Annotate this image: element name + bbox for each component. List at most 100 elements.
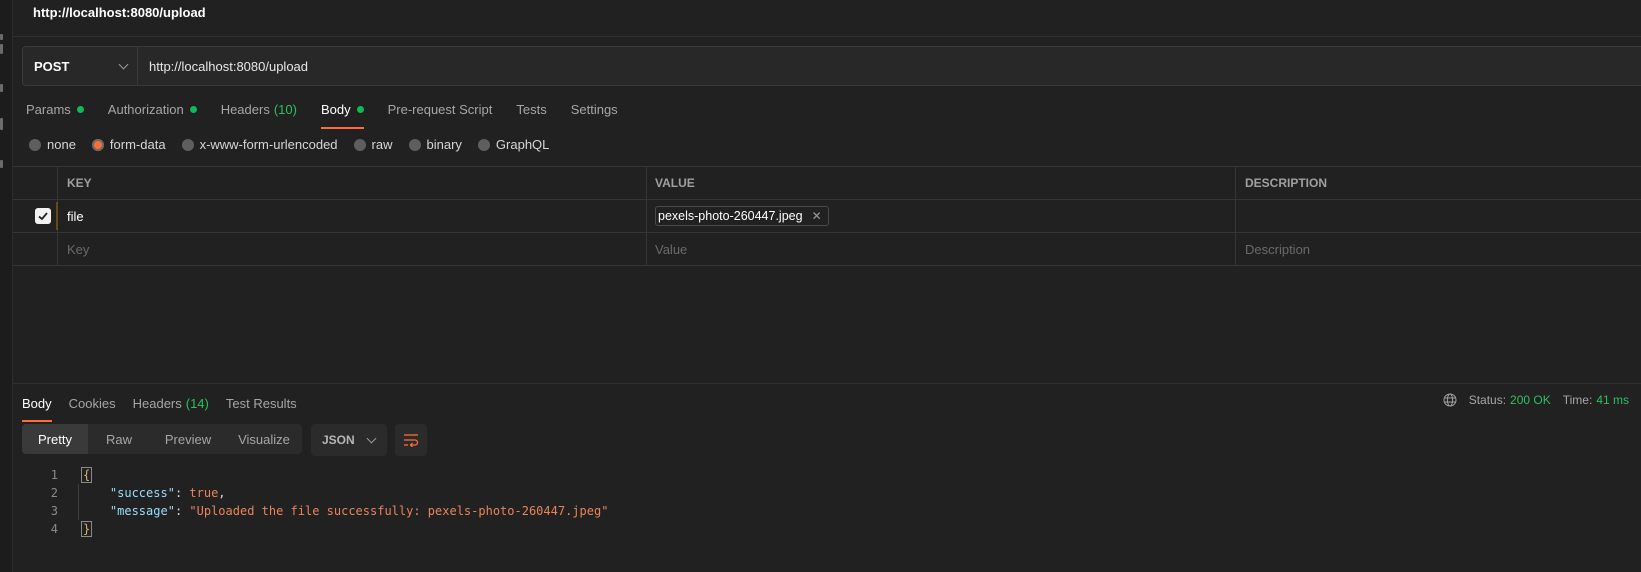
active-dot-indicator xyxy=(189,105,197,113)
tab-label: Headers xyxy=(132,395,182,411)
view-raw[interactable]: Raw xyxy=(88,424,150,454)
tab-label: Pre-request Script xyxy=(387,101,493,117)
radio-label: x-www-form-urlencoded xyxy=(199,137,338,152)
response-divider[interactable] xyxy=(13,383,1641,384)
row-check-cell xyxy=(13,200,58,232)
view-preview[interactable]: Preview xyxy=(150,424,226,454)
radio-graphql[interactable]: GraphQL xyxy=(477,137,549,152)
rail-icon[interactable] xyxy=(0,34,3,40)
radio-circle-selected[interactable] xyxy=(91,138,104,151)
headers-count: (10) xyxy=(273,101,297,117)
tab-tests[interactable]: Tests xyxy=(516,98,546,120)
row-enabled-checkbox[interactable] xyxy=(34,208,51,224)
key-input[interactable]: Key xyxy=(58,233,647,265)
tab-label: Test Results xyxy=(225,395,297,411)
url-bar: POST http://localhost:8080/upload xyxy=(22,46,1641,86)
line-number: 1 xyxy=(50,468,58,482)
code-line: 3 "message": "Uploaded the file successf… xyxy=(22,502,609,520)
body-type-radio-group: none form-data x-www-form-urlencoded raw… xyxy=(29,137,565,152)
tab-label: Body xyxy=(22,395,52,411)
tab-params[interactable]: Params xyxy=(26,98,84,120)
header-check-cell xyxy=(13,167,58,199)
radio-label: raw xyxy=(371,137,393,152)
method-label: POST xyxy=(34,58,70,74)
indent-guide xyxy=(78,484,79,520)
view-pretty[interactable]: Pretty xyxy=(22,424,88,454)
status-label: Status: xyxy=(1468,393,1507,407)
file-name: pexels-photo-260447.jpeg xyxy=(658,209,803,223)
line-number: 3 xyxy=(50,504,58,518)
description-input[interactable]: Description xyxy=(1236,233,1641,265)
value-cell[interactable]: pexels-photo-260447.jpeg ✕ xyxy=(647,200,1236,232)
radio-raw[interactable]: raw xyxy=(353,137,393,152)
json-value: "Uploaded the file successfully: pexels-… xyxy=(189,504,609,518)
view-visualize[interactable]: Visualize xyxy=(226,424,302,454)
radio-circle[interactable] xyxy=(408,138,421,151)
response-tab-body[interactable]: Body xyxy=(22,392,52,422)
response-tab-headers[interactable]: Headers (14) xyxy=(133,392,209,414)
postman-app: http://localhost:8080/upload POST http:/… xyxy=(0,0,1641,572)
file-chip: pexels-photo-260447.jpeg ✕ xyxy=(655,206,829,226)
rail-icon[interactable] xyxy=(0,118,3,130)
tab-body[interactable]: Body xyxy=(320,98,364,129)
table-header-row: KEY VALUE DESCRIPTION xyxy=(13,167,1641,200)
rail-icon[interactable] xyxy=(0,160,3,168)
radio-circle[interactable] xyxy=(29,138,41,151)
key-cell[interactable]: file xyxy=(58,200,647,232)
tab-label: Headers xyxy=(220,101,270,117)
tab-settings[interactable]: Settings xyxy=(571,98,618,120)
open-brace: { xyxy=(81,467,93,483)
tab-label: Tests xyxy=(516,101,547,117)
tab-label: Params xyxy=(26,101,71,117)
chevron-down-icon xyxy=(366,433,377,443)
response-status-bar: Status: 200 OK Time: 41 ms xyxy=(1443,393,1629,407)
rail-icon[interactable] xyxy=(0,84,3,92)
tab-headers[interactable]: Headers (10) xyxy=(221,98,297,120)
globe-icon[interactable] xyxy=(1443,393,1457,407)
drag-handle[interactable] xyxy=(56,202,58,230)
wrap-lines-button[interactable] xyxy=(395,424,427,456)
request-title[interactable]: http://localhost:8080/upload xyxy=(33,5,206,20)
wrap-lines-icon xyxy=(404,434,419,447)
tab-pre-request-script[interactable]: Pre-request Script xyxy=(388,98,493,120)
radio-label: binary xyxy=(426,137,462,152)
url-input[interactable]: http://localhost:8080/upload xyxy=(138,47,1641,85)
response-tab-test-results[interactable]: Test Results xyxy=(226,392,297,414)
remove-file-icon[interactable]: ✕ xyxy=(812,209,822,223)
time-value[interactable]: 41 ms xyxy=(1596,393,1629,407)
radio-x-www-form-urlencoded[interactable]: x-www-form-urlencoded xyxy=(181,137,338,152)
format-select[interactable]: JSON xyxy=(311,424,387,456)
status-value[interactable]: 200 OK xyxy=(1510,393,1551,407)
radio-circle[interactable] xyxy=(477,138,490,151)
response-tab-cookies[interactable]: Cookies xyxy=(69,392,116,414)
close-brace: } xyxy=(81,521,93,537)
json-key: "message" xyxy=(109,504,175,518)
line-number: 2 xyxy=(50,486,58,500)
response-view-switch: Pretty Raw Preview Visualize xyxy=(22,424,302,454)
chevron-down-icon xyxy=(118,59,129,69)
tab-label: Authorization xyxy=(107,101,184,117)
tab-authorization[interactable]: Authorization xyxy=(108,98,197,120)
left-sidebar-rail xyxy=(0,0,13,572)
active-dot-indicator xyxy=(76,105,84,113)
headers-count: (14) xyxy=(185,395,209,411)
response-body-code[interactable]: 1 { 2 "success": true, 3 "message": "Upl… xyxy=(22,466,608,538)
json-value: true xyxy=(189,486,219,500)
active-dot-indicator xyxy=(356,105,364,113)
description-cell[interactable] xyxy=(1236,200,1641,232)
json-key: "success" xyxy=(109,486,175,500)
radio-label: none xyxy=(47,137,76,152)
request-tabs: Params Authorization Headers (10) Body P… xyxy=(26,98,642,129)
radio-circle[interactable] xyxy=(181,138,194,151)
radio-form-data[interactable]: form-data xyxy=(91,137,166,152)
radio-none[interactable]: none xyxy=(29,137,76,152)
column-header-description: DESCRIPTION xyxy=(1245,176,1328,190)
table-row: file pexels-photo-260447.jpeg ✕ xyxy=(13,200,1641,233)
radio-circle[interactable] xyxy=(353,138,366,151)
tab-label: Body xyxy=(320,101,351,117)
method-select[interactable]: POST xyxy=(23,47,138,85)
radio-binary[interactable]: binary xyxy=(408,137,462,152)
value-input[interactable]: Value xyxy=(647,233,1236,265)
rail-icon[interactable] xyxy=(0,44,3,54)
request-title-bar: http://localhost:8080/upload xyxy=(13,0,1641,37)
